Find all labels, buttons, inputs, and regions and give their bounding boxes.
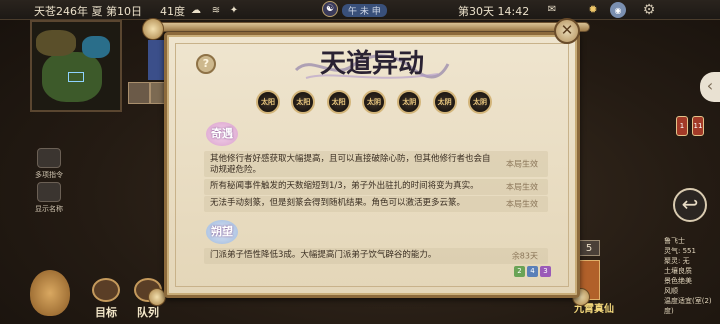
tile-info-line: 景色绝美 (664, 277, 692, 285)
lunar-tag: 朔望 (206, 220, 238, 244)
lunar-tag-label: 朔望 (211, 225, 233, 238)
lunar-rule-status: 余83天 (511, 251, 538, 261)
tile-info-line: 灵气: 551 (664, 247, 696, 255)
minimap-water (82, 36, 110, 58)
sun-badge[interactable]: 太阳 (256, 90, 280, 114)
cloud-icon: ☁ (191, 4, 201, 16)
rule-row: 其他修行者好感获取大幅提高，且可以直接破除心防，但其他修行者也会自动规避危险。 … (204, 151, 548, 177)
expand-tab[interactable]: ‹ (700, 72, 720, 102)
chip: 2 (514, 266, 525, 277)
sun-badge[interactable]: 太阳 (326, 90, 351, 114)
moon-badge[interactable]: 太阴 (467, 90, 492, 114)
rule-text: 其他修行者好感获取大幅提高，且可以直接破除心防，但其他修行者也会自动规避危险。 (210, 154, 491, 175)
celestial-badges: 太阳 太阳 太阳 太阴 太阴 太阴 太阴 (256, 90, 492, 114)
goal-label: 目标 (95, 306, 117, 319)
goal-icon (92, 278, 120, 302)
mail-icon[interactable]: ✉ (546, 3, 558, 15)
yin-yang-icon[interactable]: ☯ (322, 1, 338, 17)
compass-icon[interactable]: ◉ (610, 2, 626, 18)
minimap[interactable] (30, 20, 122, 112)
sun-icon[interactable]: ✹ (586, 2, 600, 16)
game-screen: { "status_bar": { "date": "天苍246年 夏 第10日… (0, 0, 720, 324)
game-time: 第30天 14:42 (458, 5, 530, 18)
tile-info-line: 温度适宜(室(2)度) (664, 297, 712, 315)
tile-info-line: 鲁飞士 (664, 237, 685, 245)
rule-row: 无法手动刻篆，但是刻篆会得到随机结果。角色可以激活更多云篆。 本局生效 (204, 196, 548, 212)
multi-command-label: 多项指令 (35, 171, 63, 179)
adventure-tag-label: 奇遇 (211, 127, 233, 140)
counter-pill[interactable]: 11 (692, 116, 704, 136)
dialog-title: 天道异动 (294, 48, 450, 79)
rule-status: 本局生效 (506, 199, 538, 209)
team-label: 队列 (137, 306, 159, 319)
lunar-rule-text: 门派弟子悟性降低3成。大幅提高门派弟子饮气辟谷的能力。 (210, 250, 437, 260)
command-icon (37, 148, 61, 168)
tile-info-panel: 鲁飞士 灵气: 551 聚灵: 无 土壤良质 景色绝美 风顺 温度适宜(室(2)… (664, 236, 720, 316)
rule-text: 所有秘闻事件触发的天数缩短到1/3，弟子外出驻扎的时间将变为真实。 (210, 181, 479, 191)
fire-icon: ✦ (229, 4, 239, 16)
minimap-viewport (68, 72, 84, 82)
wind-icon: ≋ (211, 4, 221, 16)
tile-info-line: 风顺 (664, 287, 678, 295)
count-box: 5 (578, 240, 600, 256)
sun-badge[interactable]: 太阳 (291, 90, 316, 114)
rod-knot (142, 18, 164, 40)
rule-text: 无法手动刻篆，但是刻篆会得到随机结果。角色可以激活更多云篆。 (210, 198, 466, 208)
show-names-button[interactable]: 显示名称 (34, 182, 64, 214)
rule-status: 本局生效 (506, 159, 538, 169)
tile-info-line: 土壤良质 (664, 267, 692, 275)
date-label: 天苍246年 夏 第10日 (34, 5, 142, 18)
moon-badge[interactable]: 太阴 (397, 90, 422, 114)
moon-badge[interactable]: 太阴 (361, 90, 386, 114)
show-names-label: 显示名称 (35, 205, 63, 213)
eye-icon (37, 182, 61, 202)
rule-row: 所有秘闻事件触发的天数缩短到1/3，弟子外出驻扎的时间将变为真实。 本局生效 (204, 179, 548, 195)
help-icon[interactable]: ? (196, 54, 216, 74)
multi-command-button[interactable]: 多项指令 (34, 148, 64, 180)
temperature-label: 41度 (160, 5, 185, 18)
season-seal: 午 未 申 (342, 4, 387, 17)
resource-chips: 2 4 3 (514, 266, 551, 277)
dialog-title-text: 天道异动 (320, 48, 424, 79)
rule-status: 本局生效 (506, 182, 538, 192)
goal-button[interactable]: 目标 (92, 278, 120, 320)
close-button[interactable]: ✕ (554, 18, 580, 44)
counter-pill[interactable]: 1 (676, 116, 688, 136)
building-thumb[interactable] (128, 82, 150, 104)
moon-badge[interactable]: 太阴 (432, 90, 457, 114)
gear-icon[interactable]: ⚙ (640, 1, 658, 19)
chip: 4 (527, 266, 538, 277)
adventure-tag: 奇遇 (206, 122, 238, 146)
status-bar: 天苍246年 夏 第10日 41度 ☁ ≋ ✦ ☯ 午 未 申 第30天 14:… (0, 0, 720, 20)
gourd-icon[interactable] (30, 270, 70, 316)
minimap-land (36, 30, 76, 56)
chip: 3 (540, 266, 551, 277)
tile-info-line: 聚灵: 无 (664, 257, 690, 265)
back-button[interactable]: ↩ (673, 188, 707, 222)
lunar-rule-row: 门派弟子悟性降低3成。大幅提高门派弟子饮气辟谷的能力。 余83天 (204, 248, 548, 264)
